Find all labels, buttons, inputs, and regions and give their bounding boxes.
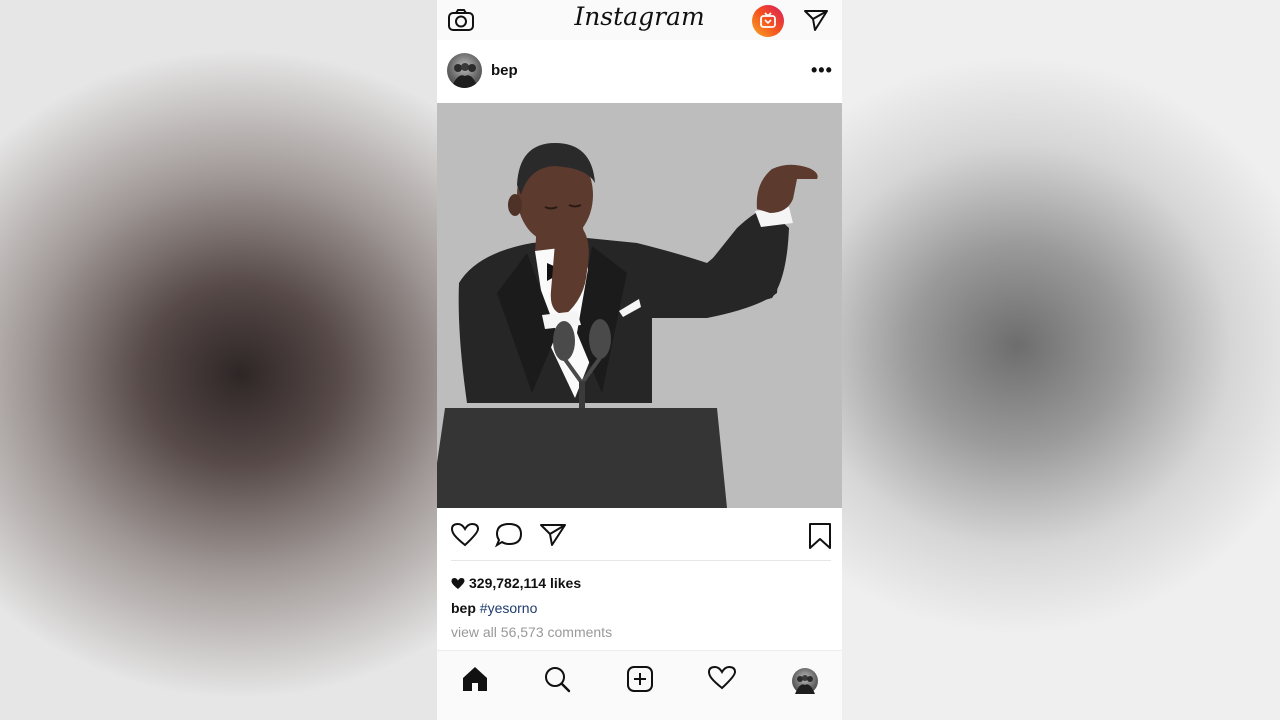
likes-text: 329,782,114 likes bbox=[469, 575, 582, 591]
instagram-feed: Instagram bep ••• 329,782,114 likes bep … bbox=[437, 0, 842, 720]
likes-count[interactable]: 329,782,114 likes bbox=[451, 575, 581, 591]
blurred-background-right bbox=[842, 0, 1280, 720]
caption: bep #yesorno bbox=[451, 600, 537, 616]
view-comments-link[interactable]: view all 56,573 comments bbox=[451, 624, 612, 640]
post-image[interactable] bbox=[437, 103, 842, 508]
bookmark-icon[interactable] bbox=[807, 522, 833, 555]
more-options-icon[interactable]: ••• bbox=[811, 60, 833, 81]
search-icon[interactable] bbox=[543, 665, 571, 698]
small-heart-icon bbox=[451, 577, 465, 589]
blurred-background-left bbox=[0, 0, 437, 720]
share-icon[interactable] bbox=[539, 522, 567, 553]
caption-hashtag[interactable]: #yesorno bbox=[480, 600, 538, 616]
new-post-icon[interactable] bbox=[626, 665, 654, 698]
igtv-icon[interactable] bbox=[752, 5, 784, 37]
top-bar: Instagram bbox=[437, 0, 842, 40]
avatar[interactable] bbox=[447, 53, 482, 88]
home-icon[interactable] bbox=[461, 665, 489, 698]
post-actions bbox=[437, 508, 842, 563]
direct-message-icon[interactable] bbox=[803, 8, 829, 37]
profile-avatar[interactable] bbox=[792, 668, 818, 694]
activity-heart-icon[interactable] bbox=[707, 665, 737, 696]
heart-icon[interactable] bbox=[450, 522, 480, 553]
post-username[interactable]: bep bbox=[491, 62, 518, 79]
comment-icon[interactable] bbox=[494, 522, 523, 553]
bottom-nav bbox=[437, 650, 842, 720]
divider bbox=[451, 560, 831, 561]
post-header: bep ••• bbox=[437, 40, 842, 102]
caption-username[interactable]: bep bbox=[451, 600, 476, 616]
